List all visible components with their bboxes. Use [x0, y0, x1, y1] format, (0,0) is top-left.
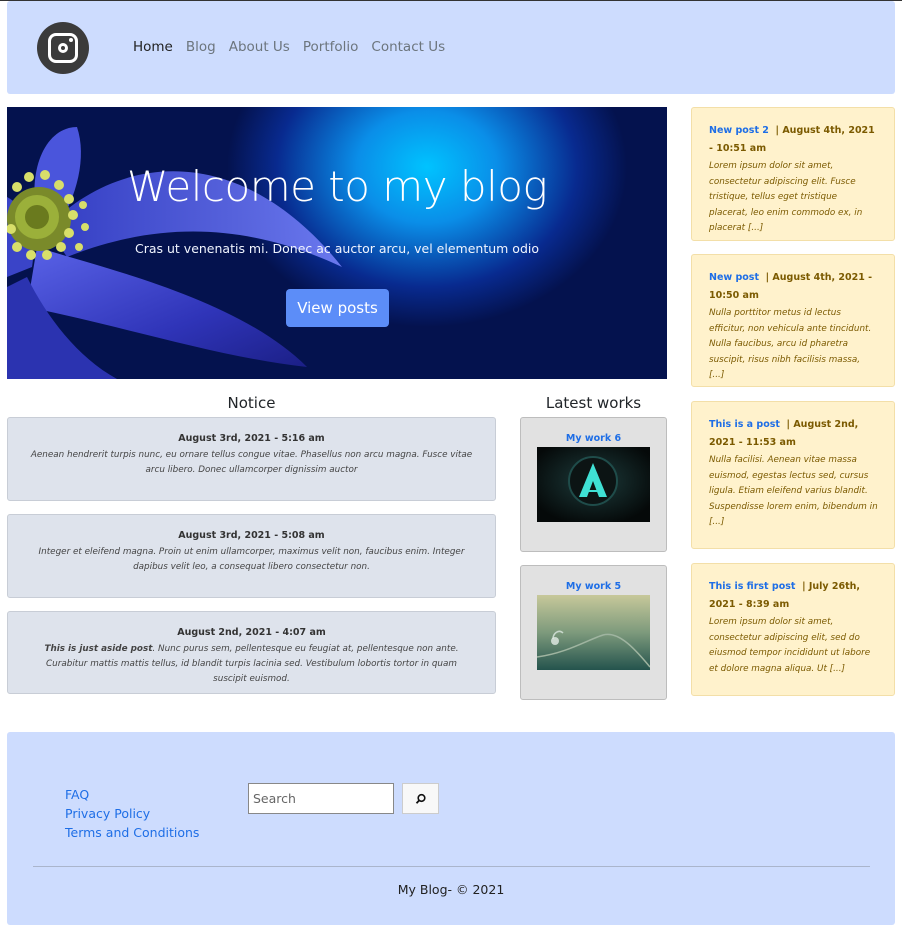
search-input[interactable]	[248, 783, 394, 814]
post-card: This is first post | July 26th, 2021 - 8…	[691, 563, 895, 696]
post-header: This is a post | August 2nd, 2021 - 11:5…	[709, 416, 878, 452]
privacy-policy-link[interactable]: Privacy Policy	[65, 804, 199, 823]
footer-divider	[33, 866, 870, 867]
terms-link[interactable]: Terms and Conditions	[65, 823, 199, 842]
notice-text: Aenean hendrerit turpis nunc, eu ornare …	[30, 450, 473, 475]
footer-links: FAQ Privacy Policy Terms and Conditions	[65, 785, 199, 842]
nav-about-us[interactable]: About Us	[229, 39, 290, 55]
post-header: New post | August 4th, 2021 - 10:50 am	[709, 269, 878, 305]
instagram-icon[interactable]	[37, 22, 89, 74]
post-excerpt: Lorem ipsum dolor sit amet, consectetur …	[709, 161, 863, 233]
nav-blog[interactable]: Blog	[186, 39, 216, 55]
post-excerpt: Lorem ipsum dolor sit amet, consectetur …	[709, 617, 871, 674]
work-image[interactable]	[537, 595, 650, 670]
site-header: Home Blog About Us Portfolio Contact Us	[7, 1, 895, 94]
notice-date: August 3rd, 2021 - 5:16 am	[178, 433, 325, 444]
site-footer: FAQ Privacy Policy Terms and Conditions …	[7, 732, 895, 925]
notice-date: August 2nd, 2021 - 4:07 am	[177, 627, 326, 638]
post-card: New post | August 4th, 2021 - 10:50 am N…	[691, 254, 895, 387]
post-title-link[interactable]: This is a post	[709, 419, 780, 430]
notice-item: August 2nd, 2021 - 4:07 am This is just …	[7, 611, 496, 694]
hero-subtitle: Cras ut venenatis mi. Donec ac auctor ar…	[134, 241, 540, 256]
post-header: This is first post | July 26th, 2021 - 8…	[709, 578, 878, 614]
work-title[interactable]: My work 5	[521, 581, 666, 592]
view-posts-button[interactable]: View posts	[286, 289, 389, 327]
nav-portfolio[interactable]: Portfolio	[303, 39, 359, 55]
post-title-link[interactable]: New post	[709, 272, 759, 283]
nav-home[interactable]: Home	[133, 39, 173, 55]
post-card: This is a post | August 2nd, 2021 - 11:5…	[691, 401, 895, 549]
main-nav: Home Blog About Us Portfolio Contact Us	[133, 39, 458, 55]
notice-text: This is just aside post. Nunc purus sem,…	[44, 644, 459, 684]
search-icon	[415, 793, 426, 804]
post-excerpt: Nulla facilisi. Aenean vitae massa euism…	[709, 455, 878, 527]
latest-works-heading: Latest works	[545, 394, 642, 412]
notice-bold-text: This is just aside post	[44, 644, 153, 654]
post-title-link[interactable]: This is first post	[709, 581, 795, 592]
faq-link[interactable]: FAQ	[65, 785, 199, 804]
work-card[interactable]: My work 5	[520, 565, 667, 700]
search-button[interactable]	[402, 783, 439, 814]
hero-banner: Welcome to my blog Cras ut venenatis mi.…	[7, 107, 667, 379]
hero-title: Welcome to my blog	[126, 162, 548, 211]
nav-contact-us[interactable]: Contact Us	[371, 39, 445, 55]
post-title-link[interactable]: New post 2	[709, 125, 769, 136]
copyright-text: My Blog- © 2021	[397, 882, 505, 897]
notice-heading: Notice	[227, 394, 276, 412]
notice-item: August 3rd, 2021 - 5:16 am Aenean hendre…	[7, 417, 496, 501]
work-card[interactable]: My work 6	[520, 417, 667, 552]
work-image[interactable]	[537, 447, 650, 522]
work-title[interactable]: My work 6	[521, 433, 666, 444]
post-excerpt: Nulla porttitor metus id lectus efficitu…	[709, 308, 872, 380]
notice-date: August 3rd, 2021 - 5:08 am	[178, 530, 325, 541]
post-header: New post 2 | August 4th, 2021 - 10:51 am	[709, 122, 878, 158]
notice-text: Integer et eleifend magna. Proin ut enim…	[38, 547, 465, 572]
post-card: New post 2 | August 4th, 2021 - 10:51 am…	[691, 107, 895, 241]
notice-item: August 3rd, 2021 - 5:08 am Integer et el…	[7, 514, 496, 598]
